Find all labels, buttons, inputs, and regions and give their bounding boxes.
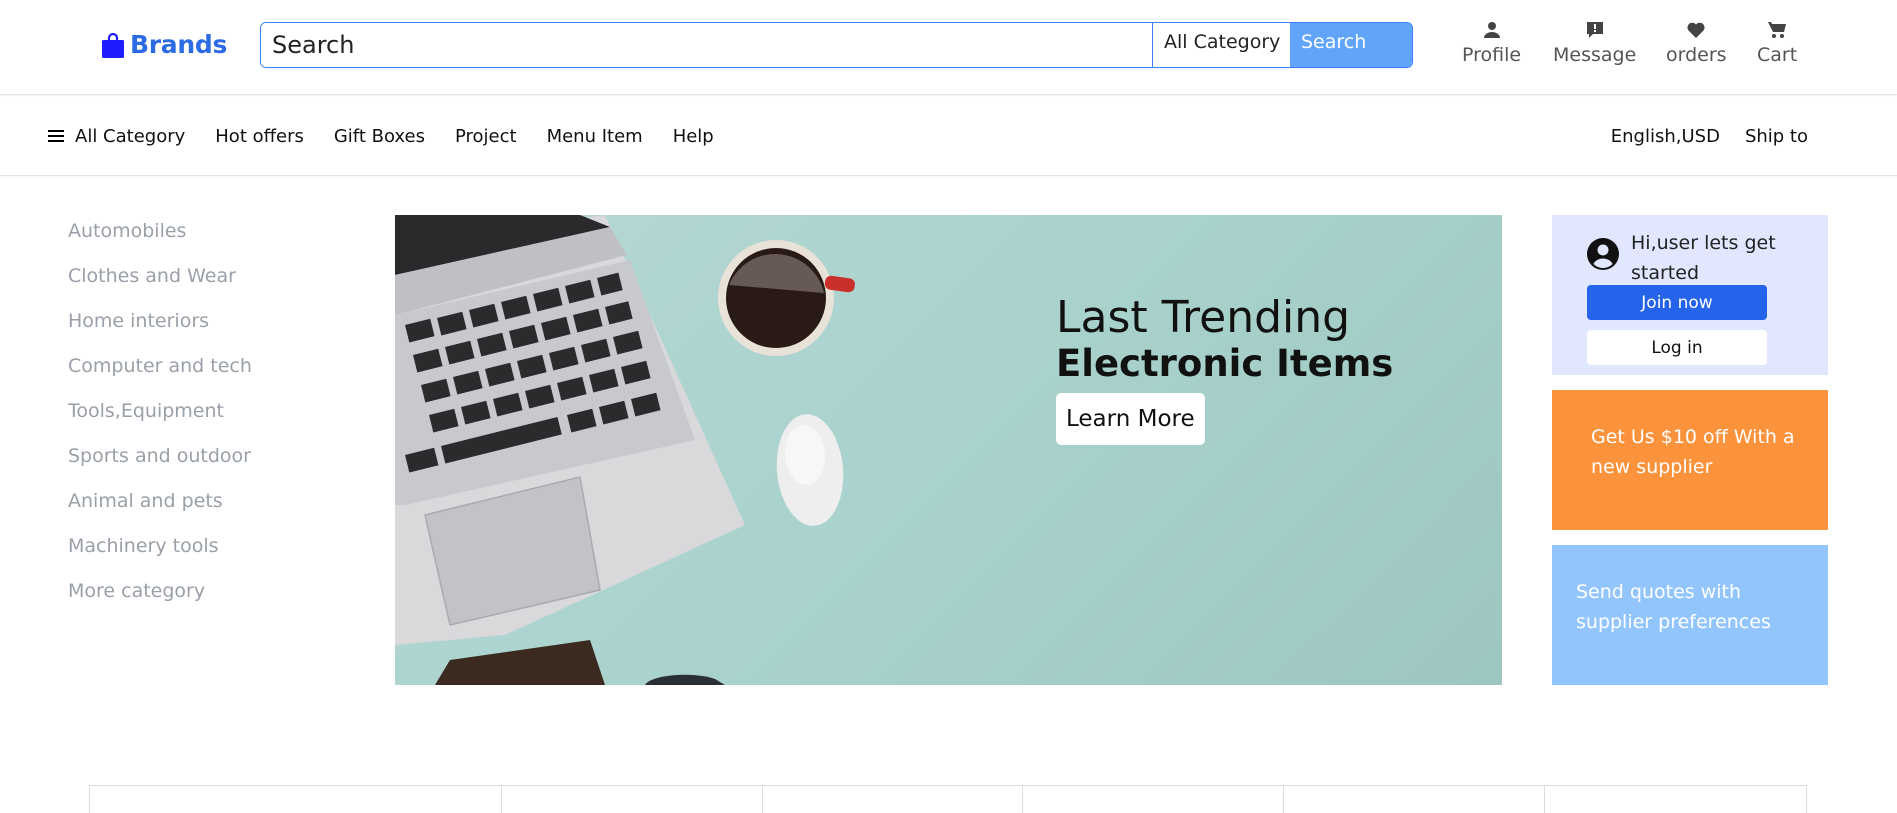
join-now-button[interactable]: Join now bbox=[1587, 285, 1767, 320]
language-currency-selector[interactable]: English,USD bbox=[1611, 126, 1720, 147]
profile-label: Profile bbox=[1462, 44, 1522, 66]
hero-banner: Last Trending Electronic Items Learn Mor… bbox=[395, 215, 1502, 685]
menu-icon bbox=[48, 130, 64, 142]
search-input[interactable] bbox=[261, 23, 1152, 67]
deals-grid-cell bbox=[1284, 786, 1546, 813]
nav-gift-boxes[interactable]: Gift Boxes bbox=[334, 126, 425, 147]
message-button[interactable]: Message bbox=[1553, 20, 1636, 66]
deals-grid-cell bbox=[502, 786, 763, 813]
promo-supplier-discount[interactable]: Get Us $10 off With a new supplier bbox=[1552, 390, 1828, 530]
nav-menu-item[interactable]: Menu Item bbox=[547, 126, 643, 147]
cart-label: Cart bbox=[1757, 44, 1798, 66]
deals-grid-cell bbox=[763, 786, 1024, 813]
nav-help[interactable]: Help bbox=[673, 126, 714, 147]
banner-subtitle: Electronic Items bbox=[1056, 342, 1394, 385]
category-item-computer-tech[interactable]: Computer and tech bbox=[68, 353, 252, 398]
learn-more-button[interactable]: Learn More bbox=[1056, 393, 1205, 445]
deals-grid-cell bbox=[1545, 786, 1806, 813]
top-header: Brands All Category Search Profile Messa… bbox=[0, 0, 1897, 95]
nav-left: All Category Hot offers Gift Boxes Proje… bbox=[48, 96, 744, 176]
promo-send-quotes[interactable]: Send quotes with supplier preferences bbox=[1552, 545, 1828, 685]
nav-hot-offers[interactable]: Hot offers bbox=[215, 126, 304, 147]
nav-right: English,USD Ship to bbox=[1586, 96, 1808, 176]
category-item-machinery[interactable]: Machinery tools bbox=[68, 533, 252, 578]
category-select[interactable]: All Category bbox=[1152, 23, 1290, 67]
category-item-home-interiors[interactable]: Home interiors bbox=[68, 308, 252, 353]
cart-button[interactable]: Cart bbox=[1757, 20, 1797, 66]
banner-text: Last Trending Electronic Items Learn Mor… bbox=[1056, 294, 1393, 445]
orders-label: orders bbox=[1666, 44, 1727, 66]
cart-icon bbox=[1768, 22, 1787, 38]
category-item-more[interactable]: More category bbox=[68, 578, 252, 623]
user-avatar-icon bbox=[1587, 238, 1619, 270]
orders-button[interactable]: orders bbox=[1666, 20, 1727, 66]
deals-grid bbox=[89, 785, 1807, 813]
banner-laptop-image bbox=[395, 215, 855, 685]
shopping-bag-icon bbox=[102, 32, 124, 58]
user-card: Hi,user lets get started Join now Log in bbox=[1552, 215, 1828, 375]
message-icon bbox=[1586, 22, 1603, 38]
brand-logo[interactable]: Brands bbox=[102, 30, 227, 59]
nav-all-category-label: All Category bbox=[75, 125, 186, 147]
banner-title: Last Trending bbox=[1056, 292, 1351, 343]
category-item-tools[interactable]: Tools,Equipment bbox=[68, 398, 252, 443]
nav-project[interactable]: Project bbox=[455, 126, 517, 147]
logo-text: Brands bbox=[130, 30, 228, 59]
category-item-automobiles[interactable]: Automobiles bbox=[68, 218, 252, 263]
search-bar: All Category Search bbox=[260, 22, 1413, 68]
ship-to-selector[interactable]: Ship to bbox=[1745, 126, 1808, 147]
category-list: Automobiles Clothes and Wear Home interi… bbox=[68, 218, 252, 623]
nav-all-category[interactable]: All Category bbox=[48, 126, 185, 147]
user-icon bbox=[1483, 22, 1500, 38]
deals-grid-cell bbox=[90, 786, 502, 813]
category-item-sports[interactable]: Sports and outdoor bbox=[68, 443, 252, 488]
greeting-text: Hi,user lets get started bbox=[1631, 232, 1776, 284]
main-nav: All Category Hot offers Gift Boxes Proje… bbox=[0, 96, 1897, 176]
profile-button[interactable]: Profile bbox=[1462, 20, 1521, 66]
search-button[interactable]: Search bbox=[1290, 23, 1412, 67]
deals-grid-cell bbox=[1023, 786, 1285, 813]
heart-icon bbox=[1687, 22, 1705, 38]
category-item-animals[interactable]: Animal and pets bbox=[68, 488, 252, 533]
category-item-clothes[interactable]: Clothes and Wear bbox=[68, 263, 252, 308]
message-label: Message bbox=[1553, 44, 1637, 66]
login-button[interactable]: Log in bbox=[1587, 330, 1767, 365]
